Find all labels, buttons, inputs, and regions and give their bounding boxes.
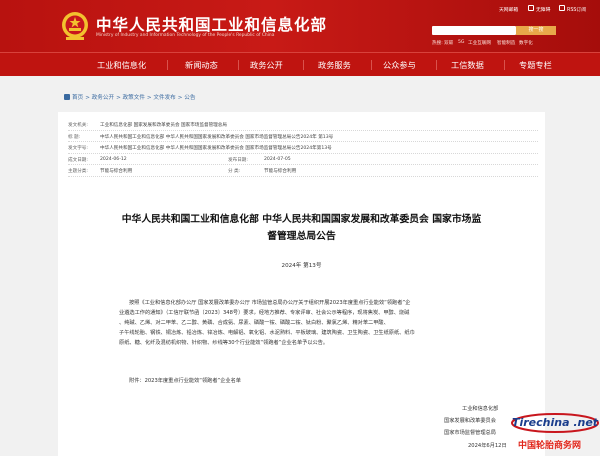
national-emblem-icon (62, 12, 88, 40)
main-nav: 工业和信息化 新闻动态 政务公开 政务服务 公众参与 工信数据 专题专栏 (0, 52, 600, 76)
document-number: 2024年 第13号 (281, 263, 322, 269)
meta-row-docno: 发文字号: 中华人民共和国工业和信息化部 中华人民共和国国家发展和改革委员会 国… (68, 142, 538, 154)
attachment-link[interactable]: 附件：2023年度重点行业能效“领跑者”企业名单 (129, 377, 241, 384)
meta-row-category: 主题分类: 节能与综合利用 分 类: 节能与综合利用 (68, 165, 538, 177)
nav-item-gov-service[interactable]: 政务服务 (318, 59, 351, 71)
rss-link[interactable]: RSS订阅 (567, 6, 586, 13)
nav-item-industry[interactable]: 工业和信息化 (97, 59, 146, 71)
document-card: 发文机关: 工业和信息化部 国家发展和改革委员会 国家市场监督管理总局 标 题:… (58, 112, 545, 456)
meta-publish-date: 2024-07-05 (264, 156, 291, 162)
breadcrumb-gov-affairs[interactable]: 政务公开 (92, 95, 114, 101)
meta-issuer: 工业和信息化部 国家发展和改革委员会 国家市场监督管理总局 (100, 123, 227, 128)
accessibility-icon[interactable] (528, 5, 534, 11)
tirechina-watermark: Tirechina .net 中国轮胎商务网 (482, 408, 600, 456)
meta-row-title: 标 题: 中华人民共和国工业和信息化部 中华人民共和国国家发展和改革委员会 国家… (68, 131, 538, 142)
document-body: 按照《工业和信息化部办公厅 国家发展改革委办公厅 市场监管总局办公厅关于组织开展… (119, 298, 491, 348)
document-title-cont: 督管理总局公告 (267, 231, 336, 242)
body-line: 、纯碱、乙烯、对二甲苯、乙二醇、黄磷、合成氨、尿素、磷酸一铵、磷酸二铵、钛白粉、… (119, 320, 389, 326)
meta-category: 节能与综合利用 (264, 169, 297, 174)
nav-item-gov-affairs[interactable]: 政务公开 (250, 59, 283, 71)
rss-icon[interactable] (559, 5, 565, 11)
search-input[interactable] (432, 26, 516, 35)
meta-written-date: 2024-06-12 (100, 156, 127, 162)
document-title: 中华人民共和国工业和信息化部 中华人民共和国国家发展和改革委员会 国家市场监 (121, 214, 482, 225)
body-line: 原纸、糖、化纤及混纺机织物、针织物、纱线等30个行业能效“领跑者”企业名单予以公… (119, 340, 329, 346)
meta-docno: 中华人民共和国工业和信息化部 中华人民共和国国家发展和改革委员会 国家市场监督管… (100, 146, 332, 151)
accessibility-link[interactable]: 无障碍 (536, 6, 550, 13)
breadcrumb: 首页 > 政务公开 > 政策文件 > 文件发布 > 公告 (64, 93, 197, 101)
webmail-link[interactable]: 天网邮箱 (499, 6, 518, 13)
body-line: 按照《工业和信息化部办公厅 国家发展改革委办公厅 市场监管总局办公厅关于组织开展… (129, 300, 411, 306)
hot-link[interactable]: 智能制造 (497, 40, 515, 46)
nav-item-participation[interactable]: 公众参与 (383, 59, 416, 71)
hot-link[interactable]: 数字化 (519, 40, 533, 46)
home-icon[interactable] (64, 94, 70, 100)
meta-row-issuer: 发文机关: 工业和信息化部 国家发展和改革委员会 国家市场监督管理总局 (68, 119, 538, 131)
page: 中华人民共和国工业和信息化部 Ministry of Industry and … (0, 0, 600, 456)
nav-item-news[interactable]: 新闻动态 (185, 59, 218, 71)
breadcrumb-home[interactable]: 首页 (72, 95, 83, 101)
hot-link[interactable]: 工业互联网 (468, 40, 491, 46)
body-line: 业遴选工作的通知》（工信厅联节函〔2023〕348号）要求，经地方推荐、专家评审… (119, 310, 410, 316)
nav-item-data[interactable]: 工信数据 (451, 59, 484, 71)
hot-link[interactable]: 双碳 (444, 40, 453, 46)
breadcrumb-policy-docs[interactable]: 政策文件 (123, 95, 145, 101)
meta-topic: 节能与综合利用 (100, 169, 133, 174)
meta-row-dates: 成文日期: 2024-06-12 发布日期: 2024-07-05 (68, 154, 538, 165)
site-subtitle: Ministry of Industry and Information Tec… (96, 33, 275, 38)
breadcrumb-doc-release[interactable]: 文件发布 (153, 95, 175, 101)
hot-search-label: 热搜: (432, 41, 443, 46)
svg-text:Tirechina .net: Tirechina .net (512, 416, 599, 429)
document-meta-table: 发文机关: 工业和信息化部 国家发展和改革委员会 国家市场监督管理总局 标 题:… (68, 119, 538, 177)
meta-title: 中华人民共和国工业和信息化部 中华人民共和国国家发展和改革委员会 国家市场监督管… (100, 134, 334, 140)
breadcrumb-notice[interactable]: 公告 (184, 95, 195, 101)
hot-link[interactable]: 5G (458, 40, 464, 45)
tirechina-logo-icon: Tirechina .net (511, 413, 599, 433)
site-header: 中华人民共和国工业和信息化部 Ministry of Industry and … (0, 0, 600, 52)
watermark-text: 中国轮胎商务网 (518, 441, 582, 451)
nav-item-special[interactable]: 专题专栏 (519, 59, 552, 71)
site-title[interactable]: 中华人民共和国工业和信息化部 (96, 13, 327, 35)
search-button[interactable]: 搜一搜 (516, 26, 556, 35)
body-line: 子午线轮胎、钢铁、铜冶炼、铅冶炼、锌冶炼、电解铝、氧化铝、水泥熟料、平板玻璃、建… (119, 330, 415, 336)
